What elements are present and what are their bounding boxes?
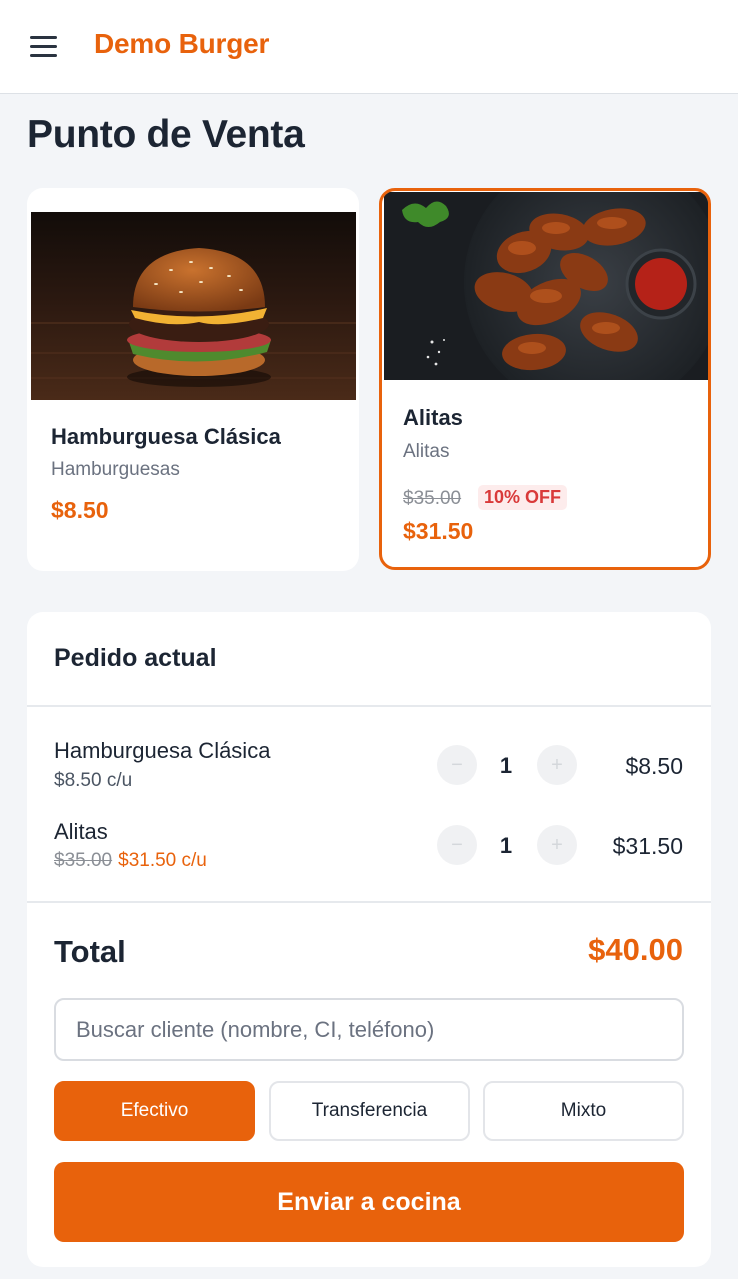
order-item-unit-price: $8.50 c/u — [54, 770, 133, 791]
total-label: Total — [54, 934, 126, 969]
discount-badge: 10% OFF — [478, 485, 568, 510]
order-item-total: $31.50 — [612, 833, 683, 859]
order-item-unit-price: $35.00 $31.50 c/u — [54, 850, 207, 872]
chicken-wings-photo — [384, 192, 708, 380]
top-bar: Demo Burger — [0, 0, 738, 94]
product-old-price: $35.00 — [403, 488, 462, 509]
burger-photo — [31, 212, 356, 400]
order-item-qty: 1 — [499, 753, 513, 778]
divider — [27, 901, 711, 903]
product-price: $8.50 — [51, 497, 109, 523]
page-title: Punto de Venta — [27, 113, 305, 156]
product-card-hamburguesa[interactable]: Hamburguesa Clásica Hamburguesas $8.50 — [27, 188, 359, 571]
payment-mixto-button[interactable]: Mixto — [483, 1081, 684, 1141]
order-item-name: Alitas — [54, 819, 108, 844]
decrease-qty-button[interactable]: − — [437, 745, 477, 785]
divider — [27, 705, 711, 707]
brand-title[interactable]: Demo Burger — [94, 28, 269, 60]
product-category: Hamburguesas — [51, 459, 180, 480]
total-value: $40.00 — [588, 932, 683, 967]
order-title: Pedido actual — [54, 644, 217, 672]
order-item-qty: 1 — [499, 833, 513, 858]
payment-efectivo-button[interactable]: Efectivo — [54, 1081, 255, 1141]
order-item-name: Hamburguesa Clásica — [54, 738, 271, 763]
product-price: $31.50 — [403, 518, 474, 544]
order-item-total: $8.50 — [625, 753, 683, 779]
product-category: Alitas — [403, 441, 450, 462]
order-panel: Pedido actual Hamburguesa Clásica $8.50 … — [27, 612, 711, 1267]
order-item-discounted-unit-price: $31.50 c/u — [118, 850, 207, 871]
payment-transferencia-button[interactable]: Transferencia — [269, 1081, 470, 1141]
product-name: Hamburguesa Clásica — [51, 424, 281, 449]
hamburger-menu-icon[interactable] — [30, 36, 57, 58]
send-to-kitchen-button[interactable]: Enviar a cocina — [54, 1162, 684, 1242]
product-card-alitas[interactable]: Alitas Alitas $35.00 10% OFF $31.50 — [379, 188, 711, 570]
order-item-old-unit-price: $35.00 — [54, 850, 113, 871]
customer-search-input[interactable] — [54, 998, 684, 1061]
decrease-qty-button[interactable]: − — [437, 825, 477, 865]
product-name: Alitas — [403, 405, 463, 430]
